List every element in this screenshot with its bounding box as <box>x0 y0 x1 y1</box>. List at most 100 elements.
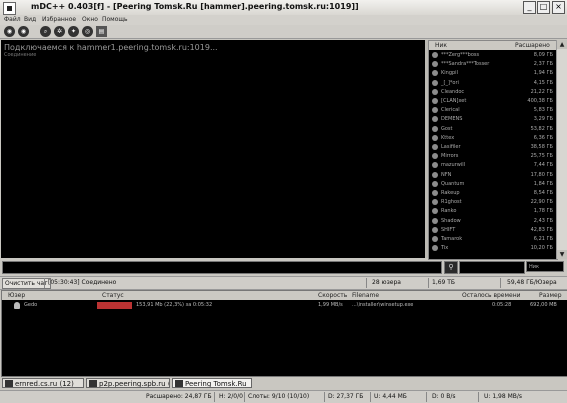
user-row[interactable]: NFN 17,80 ГБ <box>429 171 557 179</box>
user-icon <box>432 180 438 187</box>
user-row[interactable]: Mirrors 25,75 ГБ <box>429 152 557 160</box>
menu-window[interactable]: Окно <box>82 16 98 23</box>
message-input[interactable] <box>2 261 442 274</box>
filter-select[interactable]: Ник <box>526 261 564 272</box>
user-row[interactable]: mazurwill 7,44 ГБ <box>429 161 557 169</box>
user-row[interactable]: Rakeup 8,54 ГБ <box>429 189 557 197</box>
user-nick: Mirrors <box>441 153 459 160</box>
search-icon[interactable]: ⌕ <box>40 26 51 37</box>
transfer-file: ...\installer\winsetup.exe <box>352 302 414 308</box>
user-share: 22,90 ГБ <box>530 199 553 206</box>
tab-hub-p2p[interactable]: p2p.peering.spb.ru (2) <box>86 378 170 388</box>
divider <box>500 278 501 288</box>
user-nick: Rakeup <box>441 190 460 196</box>
menu-help[interactable]: Помощь <box>102 16 128 23</box>
column-share[interactable]: Расшарено <box>515 42 550 49</box>
column-time-left[interactable]: Осталось времени <box>462 292 521 299</box>
user-row[interactable]: DEMENS 3,29 ГБ <box>429 115 557 123</box>
user-row[interactable]: ***Zerg***boss 8,09 ГБ <box>429 51 557 59</box>
user-icon <box>432 153 438 160</box>
connect-icon[interactable]: ◉ <box>4 26 15 37</box>
user-row[interactable]: R1ghost 22,90 ГБ <box>429 198 557 206</box>
chat-area[interactable]: Подключаемся к hammer1.peering.tomsk.ru:… <box>1 40 425 258</box>
user-row[interactable]: Quantum 1,84 ГБ <box>429 180 557 188</box>
user-share: 1,94 ГБ <box>533 70 553 77</box>
user-list[interactable]: Ник Расшарено ***Zerg***boss 8,09 ГБ ***Sa… <box>428 40 558 260</box>
chat-line: Подключаемся к hammer1.peering.tomsk.ru:… <box>4 43 218 52</box>
user-share: 25,75 ГБ <box>530 153 553 160</box>
user-list-header: Ник Расшарено <box>429 41 557 50</box>
user-share: 400,38 ГБ <box>527 98 553 104</box>
user-row[interactable]: Lasifiler 38,58 ГБ <box>429 143 557 151</box>
user-icon <box>432 217 438 224</box>
user-row[interactable]: Kttex 6,36 ГБ <box>429 134 557 142</box>
close-button[interactable]: × <box>552 1 565 14</box>
tab-label: Peering Tomsk.Ru <box>185 380 247 388</box>
hub-icon <box>89 380 97 387</box>
user-row[interactable]: Shadow 2,43 ГБ <box>429 217 557 225</box>
users-count: 28 юзера <box>372 279 401 286</box>
menu-favorites[interactable]: Избранное <box>42 16 76 23</box>
user-icon <box>432 79 438 86</box>
title-bar[interactable]: mDC++ 0.403[f] - [Peering Tomsk.Ru [hamm… <box>0 0 567 16</box>
transfers-header: Юзер Статус Скорость Filename Осталось в… <box>2 291 567 300</box>
user-nick: Clerical <box>441 107 460 114</box>
user-share: 8,54 ГБ <box>533 190 553 196</box>
column-user[interactable]: Юзер <box>8 292 25 299</box>
user-row[interactable]: Tix 10,20 ГБ <box>429 244 557 252</box>
user-row[interactable]: Tamarok 6,21 ГБ <box>429 235 557 243</box>
transfer-time-left: 0:05:28 <box>492 302 512 308</box>
user-icon <box>432 98 438 104</box>
user-row[interactable]: _[_]*ori 4,15 ГБ <box>429 79 557 87</box>
find-user-icon[interactable]: ◎ <box>82 26 93 37</box>
user-share: 42,83 ГБ <box>530 226 553 233</box>
user-share: 53,82 ГБ <box>530 125 553 132</box>
hub-share: 1,69 ТБ <box>432 279 456 286</box>
user-row[interactable]: ***Sandra***Tosser 2,37 ГБ <box>429 60 557 68</box>
hub-icon <box>175 380 183 387</box>
public-hubs-icon[interactable]: ✲ <box>54 26 65 37</box>
tab-label: ernred.cs.ru (12) <box>15 380 74 388</box>
tab-hub-ernred[interactable]: ernred.cs.ru (12) <box>2 378 84 388</box>
upload-user-icon <box>14 302 20 309</box>
user-row[interactable]: Ranko 1,78 ГБ <box>429 207 557 215</box>
filter-icon[interactable]: ⚲ <box>444 261 458 274</box>
column-speed[interactable]: Скорость <box>318 292 347 299</box>
user-share: 3,29 ГБ <box>533 116 553 123</box>
menu-view[interactable]: Вид <box>24 16 36 23</box>
user-list-scrollbar[interactable]: ▲ ▼ <box>556 40 567 259</box>
user-row[interactable]: SHIFT 42,83 ГБ <box>429 226 557 234</box>
user-row[interactable]: Clerical 5,83 ГБ <box>429 106 557 114</box>
user-nick: Tix <box>441 245 449 252</box>
filter-input[interactable] <box>459 261 525 274</box>
user-row[interactable]: Kingpil 1,94 ГБ <box>429 69 557 77</box>
column-size[interactable]: Размер <box>539 292 562 299</box>
column-nick[interactable]: Ник <box>435 42 447 49</box>
transfer-speed: 1,99 MB/s <box>318 302 343 308</box>
user-nick: SHIFT <box>441 226 456 233</box>
user-nick: Shadow <box>441 217 461 224</box>
app-icon <box>3 2 16 15</box>
column-filename[interactable]: Filename <box>352 292 379 299</box>
notepad-icon[interactable]: ▤ <box>96 26 107 37</box>
user-row[interactable]: Cleandoc 21,22 ГБ <box>429 88 557 96</box>
user-nick: Gost <box>441 125 453 132</box>
divider <box>370 392 371 402</box>
transfers-list[interactable]: Юзер Статус Скорость Filename Осталось в… <box>1 290 567 377</box>
menu-file[interactable]: Файл <box>4 16 21 23</box>
status-message: [05:30:43] Соединено <box>48 279 117 286</box>
reconnect-icon[interactable]: ◉ <box>18 26 29 37</box>
transfer-row[interactable]: Gedo 153,91 Mb (22,3%) за 0:05:32 1,99 M… <box>2 301 567 310</box>
user-nick: Tamarok <box>441 236 463 242</box>
minimize-button[interactable]: _ <box>523 1 536 14</box>
tab-hub-peering-tomsk[interactable]: Peering Tomsk.Ru <box>172 378 252 388</box>
maximize-button[interactable]: □ <box>537 1 550 14</box>
column-status[interactable]: Статус <box>102 292 124 299</box>
user-icon <box>432 52 438 58</box>
scroll-down-icon[interactable]: ▼ <box>557 250 567 259</box>
user-share: 8,09 ГБ <box>533 52 553 58</box>
user-row[interactable]: Gost 53,82 ГБ <box>429 125 557 133</box>
user-row[interactable]: [CLAN]xet 400,38 ГБ <box>429 97 557 105</box>
settings-icon[interactable]: ✦ <box>68 26 79 37</box>
scroll-up-icon[interactable]: ▲ <box>557 40 567 49</box>
